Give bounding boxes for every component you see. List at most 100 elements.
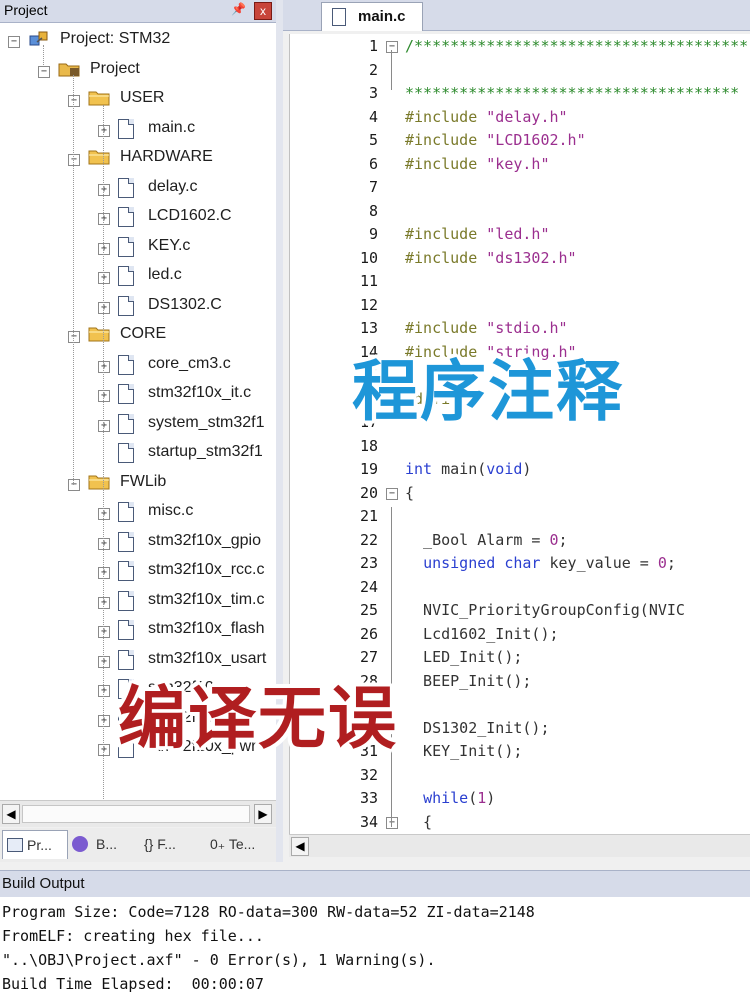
tree-item-label: Project: STM32 [60,30,171,47]
scroll-left-icon[interactable]: ◀ [2,804,20,824]
expand-icon[interactable]: + [98,685,110,697]
tree-file-item[interactable]: + stm32f10x_tim.c [0,590,276,617]
expand-icon[interactable]: + [98,655,110,668]
collapse-icon[interactable]: − [68,154,80,166]
target-folder-icon [58,60,82,78]
build-output-line: FromELF: creating hex file... [2,927,264,945]
code-line: DS1302_Init(); [405,718,550,737]
expand-icon[interactable]: + [98,567,110,579]
code-line: ************************************* [405,84,740,102]
c-file-icon [118,118,134,139]
tree-item-label: USER [120,89,165,106]
collapse-icon[interactable]: − [68,331,80,343]
build-output-line: Program Size: Code=7128 RO-data=300 RW-d… [2,903,535,921]
expand-icon[interactable]: + [98,301,110,314]
expand-icon[interactable]: + [98,124,110,137]
c-file-icon [118,620,134,640]
expand-icon[interactable]: + [98,626,110,638]
tab-functions-label: {} F... [144,836,176,852]
expand-icon[interactable]: + [98,744,110,756]
code-line: BEEP_Init(); [405,671,532,690]
project-horizontal-scrollbar[interactable]: ◀ ▶ [0,800,276,827]
tree-file-item[interactable]: startup_stm32f1 [0,443,276,469]
collapse-icon[interactable]: − [38,65,50,78]
tree-item-label: HARDWARE [120,148,213,165]
close-pane-button[interactable]: x [254,2,272,20]
code-line: KEY_Init(); [405,742,523,760]
tab-templates-label: 0₊ Te... [210,836,256,852]
expand-icon[interactable]: + [98,714,110,727]
scroll-left-icon[interactable]: ◀ [291,837,309,856]
code-line: while(1) [423,789,496,807]
expand-icon[interactable]: + [98,390,110,402]
c-file-icon [118,207,134,227]
tree-file-item[interactable]: + DS1302.C [0,295,276,322]
scroll-right-icon[interactable]: ▶ [254,804,272,824]
expand-icon[interactable]: + [98,242,110,255]
tree-file-item[interactable]: + main.c [0,118,276,145]
expand-icon[interactable]: + [98,183,110,196]
collapse-icon[interactable]: − [8,36,20,48]
tree-item-label: DS1302.C [148,295,222,313]
code-line: Lcd1602_Init(); [405,624,559,643]
tree-item-label: main.c [148,118,196,136]
code-line: /************************************* [405,37,749,55]
tree-group-item[interactable]: − FWLib [0,473,276,499]
tree-group-item[interactable]: − CORE [0,325,276,351]
c-file-icon [118,590,134,611]
expand-icon[interactable]: + [98,213,110,225]
tree-file-item[interactable]: + delay.c [0,177,276,204]
c-file-icon [118,502,134,522]
folder-icon [88,89,112,107]
tree-file-item[interactable]: + system_stm32f1 [0,413,276,440]
expand-icon[interactable]: + [98,272,110,284]
tab-functions[interactable]: {} F... [140,830,200,858]
tree-file-item[interactable]: + stm32f10x_rcc.c [0,561,276,587]
tree-group-item[interactable]: − USER [0,89,276,115]
tree-group-item[interactable]: − HARDWARE [0,148,276,174]
expand-icon[interactable]: + [98,419,110,432]
tree-file-item[interactable]: + KEY.c [0,236,276,263]
expand-icon[interactable]: + [98,596,110,609]
tab-books[interactable]: B... [70,830,132,858]
tree-file-item[interactable]: + LCD1602.C [0,207,276,233]
expand-icon[interactable]: + [98,537,110,550]
tree-file-item[interactable]: + stm32f10x_gpio [0,531,276,558]
tree-item-label: led.c [148,266,182,283]
tree-item-label: FWLib [120,472,167,490]
tree-file-item[interactable]: + misc.c [0,502,276,528]
tree-item-label: KEY.c [148,236,191,254]
tab-templates[interactable]: 0₊ Te... [206,830,274,858]
tree-file-item[interactable]: + led.c [0,266,276,292]
expand-icon[interactable]: + [98,360,110,373]
editor-tab-bar: main.c [283,0,750,31]
collapse-icon[interactable]: − [68,478,80,491]
tree-file-item[interactable]: + stm32f10x_flash [0,620,276,646]
pin-icon[interactable]: 📌 [231,2,246,16]
editor-horizontal-scrollbar[interactable]: ◀ [289,834,750,857]
c-file-icon [118,531,134,552]
tab-main-c-label: main.c [358,8,406,25]
tab-project[interactable]: Pr... [2,830,68,859]
tree-target-item[interactable]: − Project [0,60,276,86]
c-file-icon [118,561,134,581]
scrollbar-thumb[interactable] [22,805,250,823]
tree-guide-line [43,45,44,65]
c-file-icon [118,295,134,316]
tab-main-c[interactable]: main.c [321,2,423,31]
collapse-icon[interactable]: − [68,95,80,107]
build-output-line: Build Time Elapsed: 00:00:07 [2,975,264,993]
code-line: _Bool Alarm = 0; [405,530,568,549]
tree-file-item[interactable]: + core_cm3.c [0,354,276,381]
tree-item-label: misc.c [148,502,194,519]
c-file-icon [118,413,134,434]
tree-guide-line [103,105,104,800]
expand-icon[interactable]: + [98,508,110,520]
code-line: LED_Init(); [405,648,523,666]
code-line: NVIC_PriorityGroupConfig(NVIC [405,601,685,619]
tree-item-label: stm32f10x_rcc.c [148,561,265,578]
folder-icon [88,473,112,491]
project-pane-title: Project [4,2,48,18]
tree-file-item[interactable]: + stm32f10x_it.c [0,384,276,410]
tree-root-item[interactable]: − Project: STM32 [0,30,276,56]
